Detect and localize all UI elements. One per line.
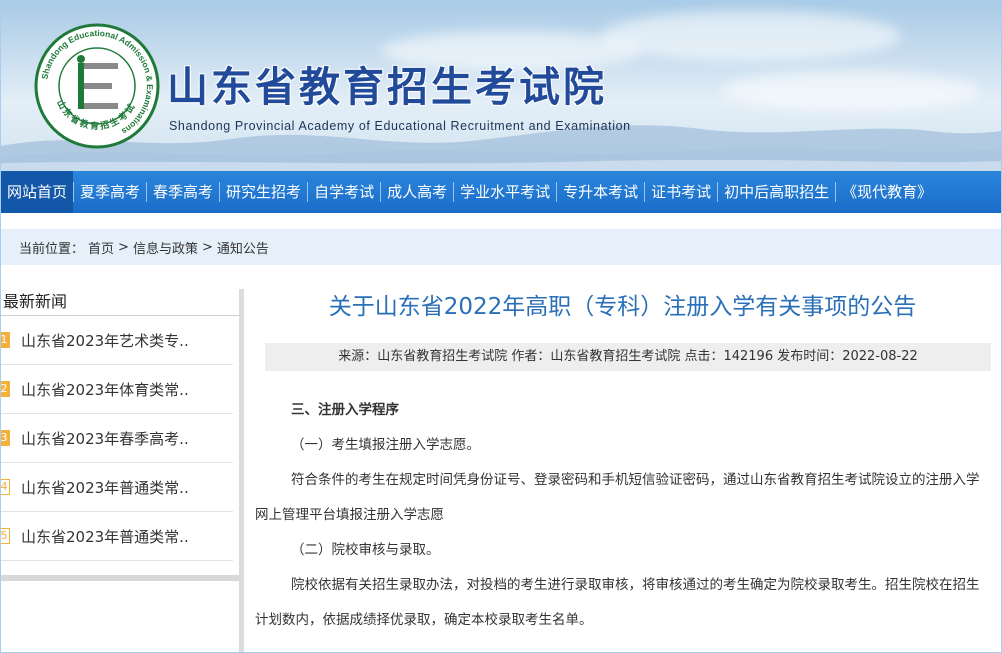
article-paragraph: 院校依据有关招生录取办法，对投档的考生进行录取审核，将审核通过的考生确定为院校录… — [255, 577, 980, 628]
column-divider — [239, 289, 244, 652]
news-item-title[interactable]: 山东省2023年艺术类专.. — [21, 330, 189, 351]
news-rank-badge: 5 — [1, 528, 10, 544]
news-item[interactable]: 4 山东省2023年普通类常.. — [1, 463, 233, 512]
article-content: 三、注册入学程序 （一）考生填报注册入学志愿。 符合条件的考生在规定时间凭身份证… — [255, 393, 990, 638]
breadcrumb-separator: > — [201, 239, 213, 255]
news-item-title[interactable]: 山东省2023年体育类常.. — [21, 379, 189, 400]
article-paragraph-heading: 三、注册入学程序 — [291, 402, 399, 418]
nav-item-self-study[interactable]: 自学考试 — [308, 171, 380, 213]
article-paragraph: （二）院校审核与录取。 — [291, 542, 440, 558]
news-rank-badge: 2 — [1, 381, 10, 397]
news-rank-badge: 1 — [1, 332, 10, 348]
site-subtitle: Shandong Provincial Academy of Education… — [169, 119, 631, 133]
nav-item-spring-exam[interactable]: 春季高考 — [147, 171, 219, 213]
breadcrumb-separator: > — [118, 239, 129, 255]
nav-item-proficiency-exam[interactable]: 学业水平考试 — [454, 171, 556, 213]
academy-logo[interactable]: Shandong Educational Admission & Examina… — [34, 23, 160, 149]
news-item-title[interactable]: 山东省2023年普通类常.. — [21, 526, 189, 547]
breadcrumb-home[interactable]: 首页 — [88, 238, 114, 257]
main-nav: 网站首页 夏季高考 春季高考 研究生招考 自学考试 成人高考 学业水平考试 专升… — [1, 171, 1001, 213]
breadcrumb-info-policy[interactable]: 信息与政策 — [133, 238, 198, 257]
nav-item-upgrade-exam[interactable]: 专升本考试 — [557, 171, 644, 213]
article-paragraph: 符合条件的考生在规定时间凭身份证号、登录密码和手机短信验证密码，通过山东省教育招… — [255, 472, 980, 523]
breadcrumb-notices[interactable]: 通知公告 — [217, 238, 269, 257]
nav-item-home[interactable]: 网站首页 — [1, 171, 74, 213]
nav-item-graduate-exam[interactable]: 研究生招考 — [220, 171, 307, 213]
news-list: 1 山东省2023年艺术类专.. 2 山东省2023年体育类常.. 3 山东省2… — [1, 316, 239, 561]
article-meta: 来源：山东省教育招生考试院 作者：山东省教育招生考试院 点击：142196 发布… — [265, 343, 991, 371]
breadcrumb-prefix: 当前位置： — [19, 241, 85, 257]
nav-item-summer-exam[interactable]: 夏季高考 — [74, 171, 146, 213]
news-rank-badge: 4 — [1, 479, 10, 495]
header-banner: Shandong Educational Admission & Examina… — [1, 1, 1001, 171]
news-rank-badge: 3 — [1, 430, 10, 446]
article-title: 关于山东省2022年高职（专科）注册入学有关事项的公告 — [328, 294, 917, 320]
nav-item-modern-education[interactable]: 《现代教育》 — [836, 171, 938, 213]
news-item[interactable]: 3 山东省2023年春季高考.. — [1, 414, 233, 463]
nav-item-adult-exam[interactable]: 成人高考 — [381, 171, 453, 213]
news-item[interactable]: 5 山东省2023年普通类常.. — [1, 512, 233, 561]
news-item-title[interactable]: 山东省2023年春季高考.. — [21, 428, 189, 449]
page-frame: Shandong Educational Admission & Examina… — [0, 0, 1002, 653]
news-item[interactable]: 2 山东省2023年体育类常.. — [1, 365, 233, 414]
article-paragraph: （一）考生填报注册入学志愿。 — [291, 437, 480, 453]
sidebar-latest-news: 最新新闻 1 山东省2023年艺术类专.. 2 山东省2023年体育类常.. 3… — [1, 289, 239, 581]
site-title: 山东省教育招生考试院 — [167, 63, 607, 111]
news-item-title[interactable]: 山东省2023年普通类常.. — [21, 477, 189, 498]
nav-item-certificate-exam[interactable]: 证书考试 — [645, 171, 717, 213]
article: 关于山东省2022年高职（专科）注册入学有关事项的公告 来源：山东省教育招生考试… — [255, 289, 991, 628]
sidebar-title: 最新新闻 — [3, 292, 68, 311]
news-item[interactable]: 1 山东省2023年艺术类专.. — [1, 316, 233, 365]
nav-item-vocational[interactable]: 初中后高职招生 — [718, 171, 835, 213]
breadcrumb: 当前位置： 首页 > 信息与政策 > 通知公告 — [1, 229, 1001, 265]
sidebar-bottom-bar — [1, 575, 239, 581]
